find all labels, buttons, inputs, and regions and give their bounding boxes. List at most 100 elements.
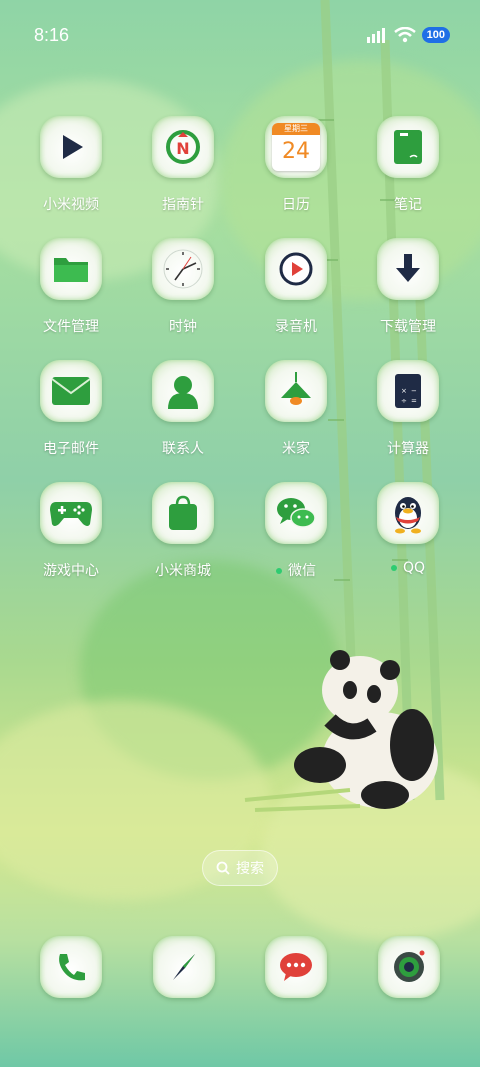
app-gamepad[interactable]: 游戏中心: [16, 482, 126, 580]
status-icons: 100: [366, 27, 450, 43]
app-label: 时钟: [128, 316, 238, 336]
app-label-text: 时钟: [169, 319, 197, 335]
app-shopping-bag[interactable]: 小米商城: [128, 482, 238, 580]
app-label: 日历: [241, 194, 351, 214]
dock-camera[interactable]: [378, 936, 440, 998]
app-notebook[interactable]: 笔记: [353, 116, 463, 214]
app-label: 指南针: [128, 194, 238, 214]
app-icon-tile[interactable]: 星期三 24: [265, 116, 327, 178]
app-label: 计算器: [353, 438, 463, 458]
app-label: 小米视频: [16, 194, 126, 214]
app-icon-tile[interactable]: [377, 482, 439, 544]
app-icon-tile[interactable]: [40, 116, 102, 178]
app-play[interactable]: 小米视频: [16, 116, 126, 214]
app-label-text: 小米商城: [155, 563, 211, 579]
app-icon-tile[interactable]: [377, 238, 439, 300]
app-label: 小米商城: [128, 560, 238, 580]
app-label-text: 日历: [282, 197, 310, 213]
signal-icon: [366, 28, 385, 43]
messages-icon: [280, 953, 312, 981]
app-label-text: 米家: [282, 441, 310, 457]
app-label-text: 指南针: [162, 197, 204, 213]
battery-icon: 100: [421, 27, 450, 43]
new-indicator-dot: [390, 565, 397, 571]
wifi-icon: [393, 27, 416, 43]
phone-icon: [59, 954, 85, 981]
app-download[interactable]: 下载管理: [353, 238, 463, 336]
app-label: 游戏中心: [16, 560, 126, 580]
clock-icon: [161, 247, 205, 291]
app-label: 笔记: [353, 194, 463, 214]
status-time: 8:16: [34, 24, 70, 45]
calendar-day: 24: [282, 139, 310, 164]
play-icon: [54, 130, 88, 164]
svg-text:÷: ÷: [401, 397, 407, 405]
app-icon-tile[interactable]: [152, 238, 214, 300]
app-icon-tile[interactable]: [265, 360, 327, 422]
folder-icon: [51, 251, 91, 287]
app-label: 下载管理: [353, 316, 463, 336]
search-button[interactable]: 搜索: [202, 850, 278, 886]
search-label: 搜索: [236, 861, 264, 877]
app-calculator[interactable]: × − ÷ = 计算器: [353, 360, 463, 458]
app-clock[interactable]: 时钟: [128, 238, 238, 336]
app-label-text: 文件管理: [43, 319, 99, 335]
shopping-bag-icon: [164, 493, 202, 533]
app-folder[interactable]: 文件管理: [16, 238, 126, 336]
recorder-icon: [276, 249, 316, 289]
browser-compass-icon: [173, 954, 195, 980]
calendar-header: 星期三: [272, 123, 320, 135]
svg-text:×: ×: [401, 387, 407, 395]
wechat-icon: [274, 493, 318, 533]
app-qq-penguin[interactable]: QQ: [353, 482, 463, 576]
dock-phone[interactable]: [40, 936, 102, 998]
app-contact[interactable]: 联系人: [128, 360, 238, 458]
calculator-icon: × − ÷ =: [390, 371, 426, 411]
lamp-icon: [275, 370, 317, 412]
svg-text:N: N: [176, 139, 189, 158]
app-label: 微信: [241, 560, 351, 580]
app-label-text: 电子邮件: [43, 441, 99, 457]
contact-icon: [164, 371, 202, 411]
app-label: 米家: [241, 438, 351, 458]
app-label-text: 笔记: [394, 197, 422, 213]
app-icon-tile[interactable]: [265, 238, 327, 300]
new-indicator-dot: [276, 568, 282, 574]
calendar-icon: 星期三 24: [272, 123, 320, 171]
qq-penguin-icon: [388, 491, 428, 535]
app-icon-tile[interactable]: [40, 482, 102, 544]
app-icon-tile[interactable]: [40, 238, 102, 300]
app-label-text: QQ: [402, 560, 426, 576]
app-label: QQ: [353, 560, 463, 576]
search-icon: [216, 861, 230, 875]
app-label-text: 下载管理: [380, 319, 436, 335]
notebook-icon: [390, 127, 426, 167]
app-icon-tile[interactable]: [152, 482, 214, 544]
download-icon: [391, 250, 425, 288]
status-bar: 8:16 100: [0, 0, 480, 70]
camera-icon: [394, 950, 425, 982]
app-icon-tile[interactable]: [152, 360, 214, 422]
app-label-text: 小米视频: [43, 197, 99, 213]
app-recorder[interactable]: 录音机: [241, 238, 351, 336]
app-icon-tile[interactable]: [40, 360, 102, 422]
app-icon-tile[interactable]: × − ÷ =: [377, 360, 439, 422]
app-label: 录音机: [241, 316, 351, 336]
mail-icon: [49, 373, 93, 409]
app-mail[interactable]: 电子邮件: [16, 360, 126, 458]
app-label-text: 计算器: [387, 441, 429, 457]
app-label: 文件管理: [16, 316, 126, 336]
app-compass-n[interactable]: N 指南针: [128, 116, 238, 214]
app-wechat[interactable]: 微信: [241, 482, 351, 580]
app-lamp[interactable]: 米家: [241, 360, 351, 458]
app-icon-tile[interactable]: [265, 482, 327, 544]
svg-text:=: =: [411, 397, 417, 405]
dock-messages[interactable]: [265, 936, 327, 998]
app-label-text: 联系人: [162, 441, 204, 457]
app-calendar[interactable]: 星期三 24 日历: [241, 116, 351, 214]
compass-n-icon: N: [163, 127, 203, 167]
app-label: 联系人: [128, 438, 238, 458]
app-icon-tile[interactable]: [377, 116, 439, 178]
app-icon-tile[interactable]: N: [152, 116, 214, 178]
dock-browser[interactable]: [153, 936, 215, 998]
